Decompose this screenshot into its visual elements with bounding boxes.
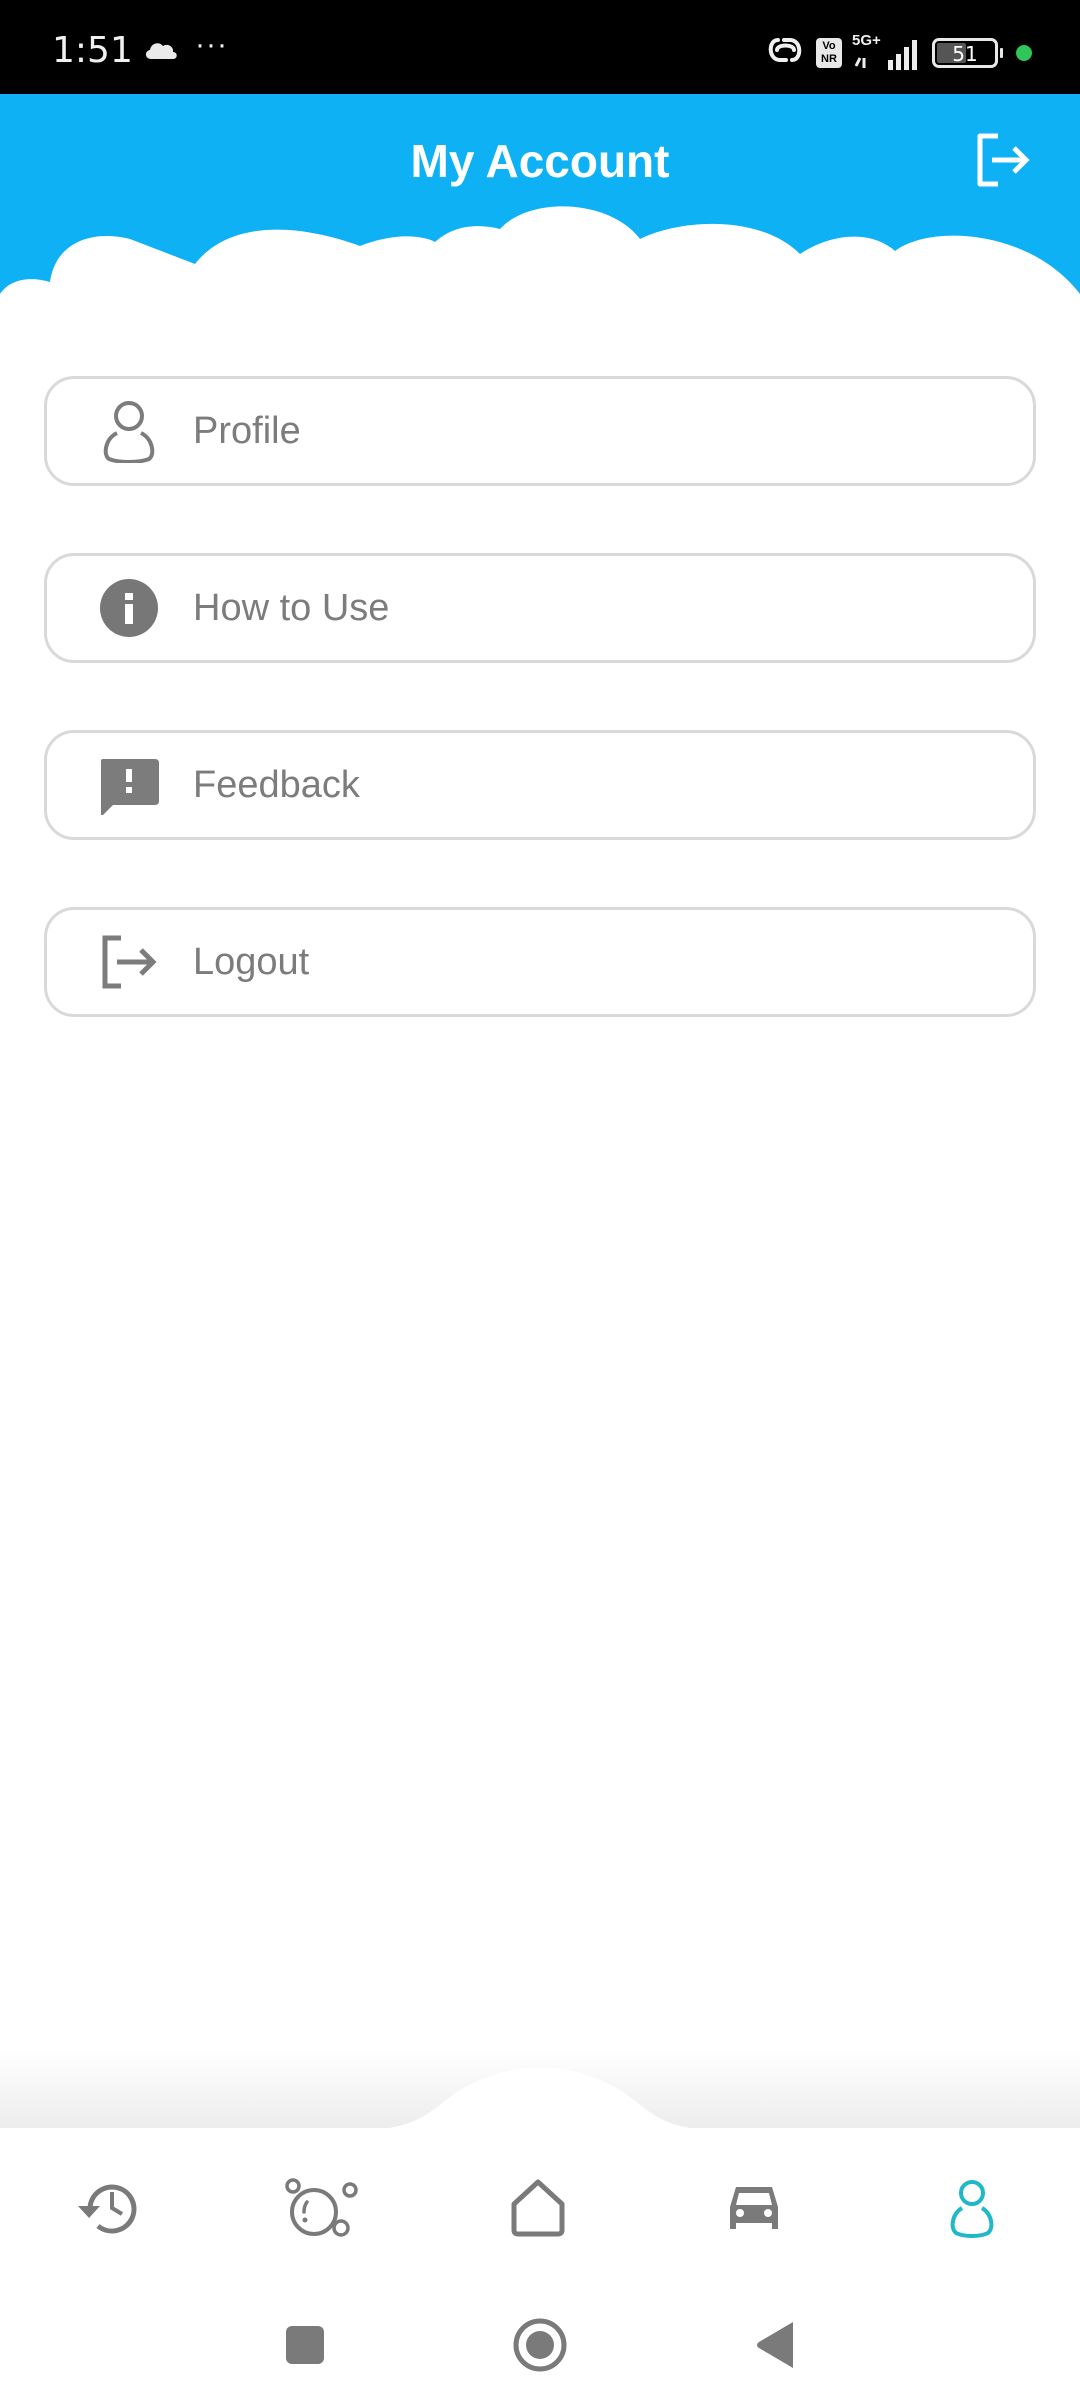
- battery-level: 51: [952, 41, 978, 66]
- vonr-icon: Vo NR: [816, 37, 842, 68]
- more-dots-icon: ···: [195, 28, 228, 61]
- home-icon: [511, 2179, 565, 2237]
- status-time: 1:51: [52, 30, 133, 71]
- menu-item-logout[interactable]: Logout: [44, 907, 1036, 1017]
- nav-home[interactable]: [498, 2168, 578, 2248]
- account-menu: Profile How to Use Feedback Logout: [44, 376, 1036, 1084]
- history-icon: [78, 2184, 137, 2234]
- nav-curve: [0, 2050, 1080, 2130]
- menu-item-feedback[interactable]: Feedback: [44, 730, 1036, 840]
- signal-icon: 5G+: [852, 32, 922, 70]
- menu-item-profile[interactable]: Profile: [44, 376, 1036, 486]
- feedback-icon: [97, 753, 161, 817]
- back-triangle-icon: [757, 2322, 793, 2368]
- home-button[interactable]: [505, 2310, 575, 2380]
- menu-item-label: Logout: [193, 940, 310, 983]
- cloud-decoration: [0, 206, 1080, 324]
- back-button[interactable]: [740, 2310, 810, 2380]
- cloud-icon: [143, 38, 179, 65]
- nav-history[interactable]: [68, 2168, 148, 2248]
- recents-button[interactable]: [270, 2310, 340, 2380]
- person-outline-icon: [97, 399, 161, 463]
- status-icons: Vo NR 5G+ 51: [764, 32, 1032, 73]
- logout-icon: [97, 930, 161, 994]
- system-nav-bar: [0, 2290, 1080, 2400]
- privacy-dot-icon: [1016, 44, 1032, 61]
- nav-bubbles[interactable]: [282, 2168, 362, 2248]
- menu-item-label: How to Use: [193, 586, 390, 629]
- menu-item-label: Feedback: [193, 763, 360, 806]
- person-outline-icon: [950, 2180, 994, 2238]
- battery-icon: 51: [932, 37, 1003, 68]
- header-logout-button[interactable]: [972, 130, 1032, 190]
- square-icon: [286, 2326, 324, 2364]
- logout-icon: [977, 133, 1030, 187]
- link-icon: [764, 32, 806, 73]
- car-icon: [730, 2187, 778, 2229]
- status-bar: 1:51 ··· Vo NR 5G+ 51: [0, 0, 1080, 94]
- nav-vehicle[interactable]: [714, 2168, 794, 2248]
- bottom-nav: [0, 2128, 1080, 2288]
- circle-icon: [513, 2318, 567, 2372]
- info-icon: [97, 576, 161, 640]
- menu-item-how-to-use[interactable]: How to Use: [44, 553, 1036, 663]
- header: My Account: [0, 94, 1080, 324]
- bubbles-icon: [285, 2178, 358, 2237]
- nav-account[interactable]: [932, 2168, 1012, 2248]
- menu-item-label: Profile: [193, 409, 301, 452]
- page-title: My Account: [410, 135, 670, 187]
